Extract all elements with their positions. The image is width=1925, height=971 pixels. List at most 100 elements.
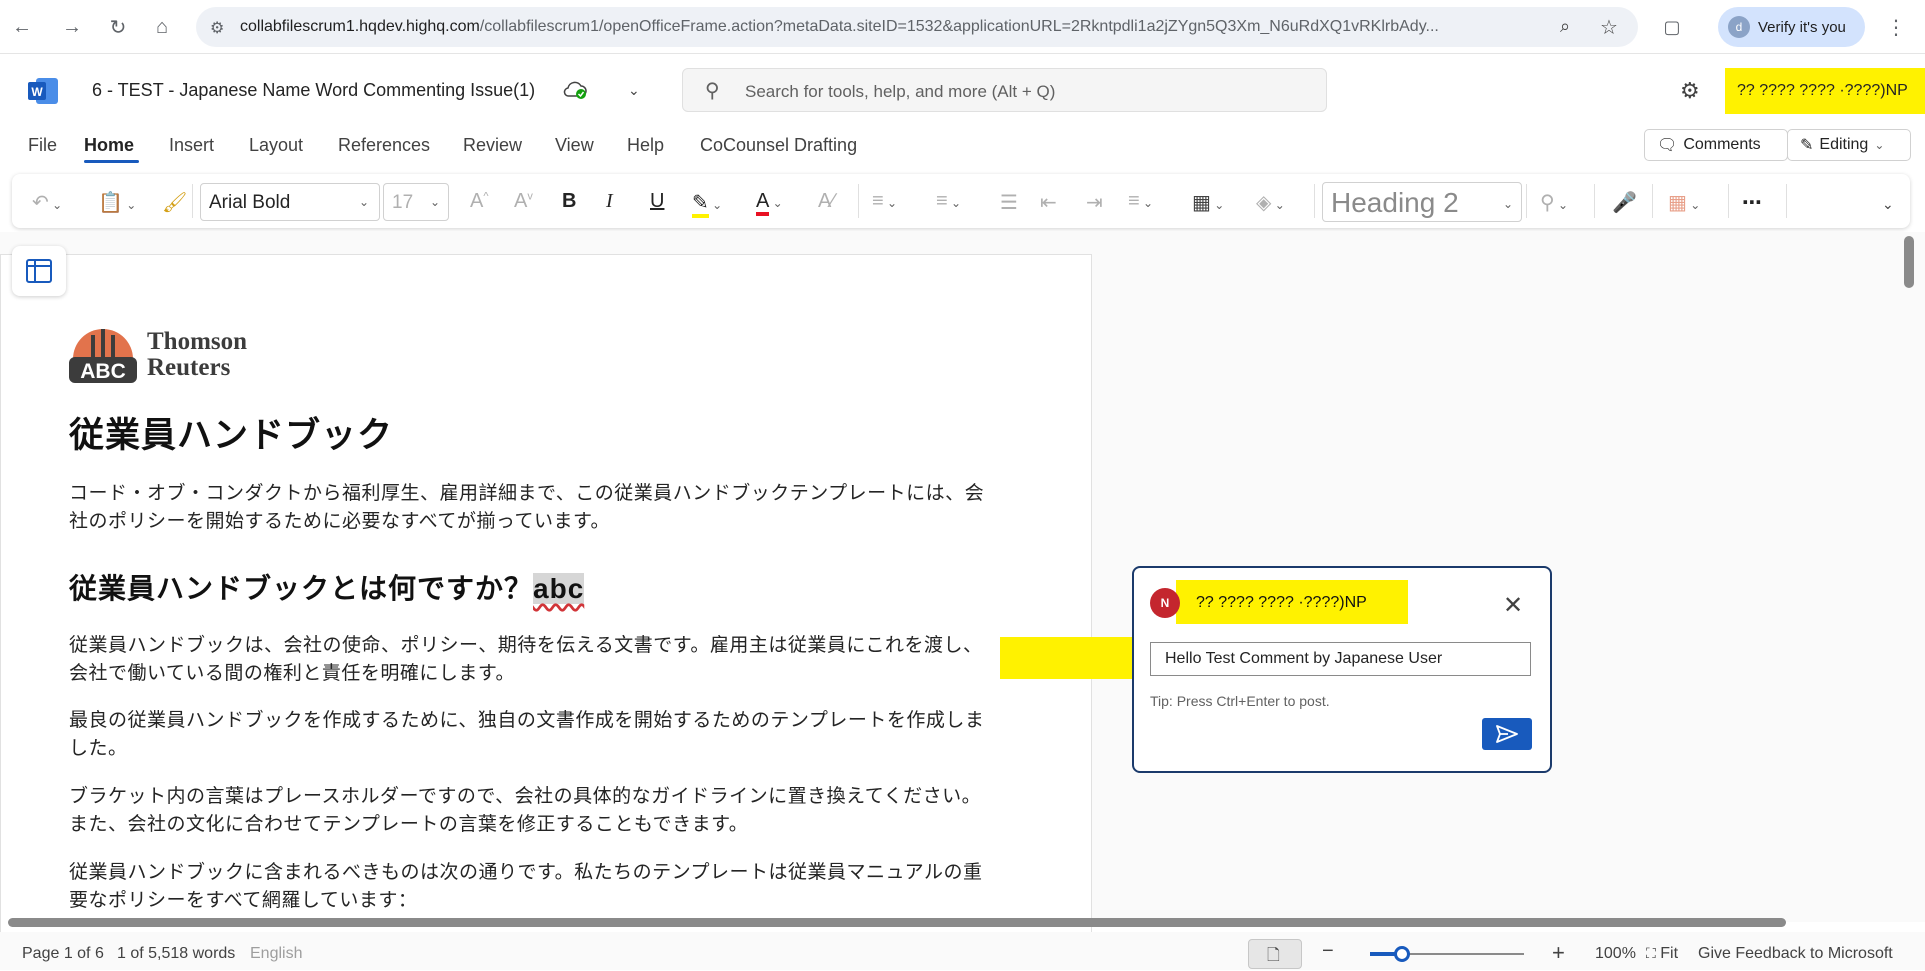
logo-line-2: Reuters	[147, 354, 231, 381]
extensions-icon[interactable]: ▢	[1656, 11, 1688, 43]
home-icon[interactable]: ⌂	[146, 11, 178, 43]
tab-review[interactable]: Review	[463, 135, 522, 156]
forward-arrow-icon[interactable]: →	[56, 11, 88, 43]
highlight-color-icon[interactable]: ✎ ⌄	[692, 190, 722, 218]
bullets-icon[interactable]: ≡ ⌄	[872, 190, 897, 213]
close-icon[interactable]: ✕	[1500, 592, 1526, 619]
dictate-icon[interactable]: 🎤	[1612, 190, 1637, 215]
chevron-down-icon: ⌄	[1874, 138, 1885, 152]
zoom-out-icon[interactable]: −	[1322, 940, 1334, 963]
word-logo-icon[interactable]: W	[28, 78, 58, 104]
language-indicator[interactable]: English	[250, 945, 302, 963]
verify-label: Verify it's you	[1758, 19, 1846, 36]
heading-2-text: 従業員ハンドブックとは何ですか？	[69, 573, 534, 604]
company-logo: ABC	[69, 325, 137, 383]
ribbon-divider	[192, 184, 193, 218]
clear-formatting-icon[interactable]: A∕	[818, 190, 835, 213]
style-select[interactable]: Heading 2 ⌄	[1322, 182, 1522, 222]
title-chevron-down-icon[interactable]: ⌄	[628, 82, 640, 99]
ribbon-expand-chevron-icon[interactable]: ⌄	[1882, 196, 1894, 213]
comments-button[interactable]: 🗨 Comments	[1644, 129, 1788, 161]
fit-button[interactable]: ⛶ Fit	[1646, 945, 1678, 963]
alignment-icon[interactable]: ≡ ⌄	[1128, 190, 1153, 213]
font-color-icon[interactable]: A ⌄	[756, 190, 783, 216]
selected-text-abc[interactable]: abc	[533, 573, 585, 604]
horizontal-scrollbar[interactable]	[8, 918, 1786, 927]
url-host: collabfilescrum1.hqdev.highq.com	[240, 18, 480, 35]
address-bar[interactable]: ⚙ collabfilescrum1.hqdev.highq.com/colla…	[196, 7, 1638, 47]
active-tab-indicator	[84, 160, 139, 163]
font-name-select[interactable]: Arial Bold ⌄	[200, 183, 380, 221]
avatar: N	[1150, 588, 1180, 618]
zoom-in-icon[interactable]: +	[1552, 940, 1565, 966]
format-painter-icon[interactable]: 🖌	[162, 190, 187, 215]
tab-view[interactable]: View	[555, 135, 594, 156]
post-comment-button[interactable]	[1482, 718, 1532, 750]
paragraph-line: 社のポリシーを開始するために必要なすべてが揃っています。	[69, 511, 611, 532]
print-layout-view-button[interactable]: 🗋	[1248, 939, 1302, 969]
paragraph-3: 最良の従業員ハンドブックを作成するために、独自の文書作成を開始するためのテンプレ…	[69, 707, 1019, 763]
paragraph-line: 従業員ハンドブックに含まれるべきものは次の通りです。私たちのテンプレートは従業員…	[69, 862, 983, 883]
style-value: Heading 2	[1331, 187, 1459, 218]
document-page[interactable]: ABC Thomson Reuters 従業員ハンドブック コード・オブ・コンダ…	[0, 254, 1092, 934]
paste-icon[interactable]: 📋 ⌄	[98, 190, 136, 215]
italic-icon[interactable]: I	[606, 190, 613, 213]
zoom-slider-thumb[interactable]	[1394, 946, 1410, 962]
site-info-icon[interactable]: ⚙	[210, 18, 224, 38]
paragraph-5: 従業員ハンドブックに含まれるべきものは次の通りです。私たちのテンプレートは従業員…	[69, 859, 1019, 915]
back-arrow-icon[interactable]: ←	[6, 11, 38, 43]
tab-home[interactable]: Home	[84, 135, 134, 156]
reload-icon[interactable]: ↻	[102, 11, 134, 43]
tab-insert[interactable]: Insert	[169, 135, 214, 156]
grow-font-icon[interactable]: A^	[470, 190, 489, 213]
font-size-select[interactable]: 17 ⌄	[383, 183, 449, 221]
decrease-indent-icon[interactable]: ⇤	[1040, 190, 1057, 215]
vertical-scrollbar[interactable]	[1904, 236, 1914, 288]
tab-file[interactable]: File	[28, 135, 57, 156]
shading-icon[interactable]: ◈ ⌄	[1256, 190, 1285, 215]
tab-references[interactable]: References	[338, 135, 430, 156]
font-size-value: 17	[392, 192, 414, 213]
account-name[interactable]: ?? ???? ???? ·????)NP	[1725, 68, 1925, 114]
paragraph-line: した。	[69, 738, 128, 759]
comment-author-name: ?? ???? ???? ·????)NP	[1196, 594, 1367, 611]
bold-icon[interactable]: B	[562, 190, 576, 213]
chevron-down-icon: ⌄	[430, 195, 441, 209]
paragraph-line: ブラケット内の言葉はプレースホルダーですので、会社の具体的なガイドラインに置き換…	[69, 786, 982, 807]
bookmark-star-icon[interactable]: ☆	[1600, 15, 1618, 40]
cloud-saved-icon[interactable]	[562, 80, 588, 100]
comment-tip: Tip: Press Ctrl+Enter to post.	[1150, 693, 1330, 709]
checklist-icon[interactable]: ☰	[1000, 190, 1018, 215]
zoom-level[interactable]: 100%	[1595, 945, 1636, 963]
add-ins-icon[interactable]: ▦ ⌄	[1668, 190, 1700, 215]
feedback-link[interactable]: Give Feedback to Microsoft	[1698, 945, 1893, 963]
verify-button[interactable]: d Verify it's you	[1718, 7, 1865, 47]
navigation-pane-button[interactable]	[12, 246, 66, 296]
tab-help[interactable]: Help	[627, 135, 664, 156]
settings-gear-icon[interactable]: ⚙	[1680, 78, 1700, 104]
shrink-font-icon[interactable]: Av	[514, 190, 533, 213]
browser-menu-icon[interactable]: ⋮	[1880, 11, 1912, 43]
find-icon[interactable]: ⚲ ⌄	[1540, 190, 1568, 215]
page-count[interactable]: Page 1 of 6	[22, 945, 104, 963]
numbering-icon[interactable]: ≡ ⌄	[936, 190, 961, 213]
zoom-icon[interactable]: ⌕	[1560, 16, 1570, 37]
search-input[interactable]: ⚲ Search for tools, help, and more (Alt …	[682, 68, 1327, 112]
word-count[interactable]: 1 of 5,518 words	[117, 945, 235, 963]
word-logo-letter: W	[31, 85, 43, 99]
borders-icon[interactable]: ▦ ⌄	[1192, 190, 1224, 215]
editing-mode-button[interactable]: ✎ Editing ⌄	[1787, 129, 1911, 161]
logo-badge-text: ABC	[80, 360, 126, 383]
ribbon-divider	[1594, 184, 1595, 218]
paragraph-line: また、会社の文化に合わせてテンプレートの言葉を修正することもできます。	[69, 814, 749, 835]
undo-icon[interactable]: ↶ ⌄	[32, 190, 62, 215]
underline-icon[interactable]: U	[650, 190, 664, 213]
paragraph-line: 会社で働いている間の権利と責任を明確にします。	[69, 663, 516, 684]
profile-avatar: d	[1728, 16, 1750, 38]
tab-cocounsel-drafting[interactable]: CoCounsel Drafting	[700, 135, 857, 156]
tab-layout[interactable]: Layout	[249, 135, 303, 156]
increase-indent-icon[interactable]: ⇥	[1086, 190, 1103, 215]
document-title[interactable]: 6 - TEST - Japanese Name Word Commenting…	[92, 80, 535, 101]
comment-text-input[interactable]	[1150, 642, 1531, 676]
more-options-icon[interactable]: ⋯	[1742, 190, 1762, 215]
